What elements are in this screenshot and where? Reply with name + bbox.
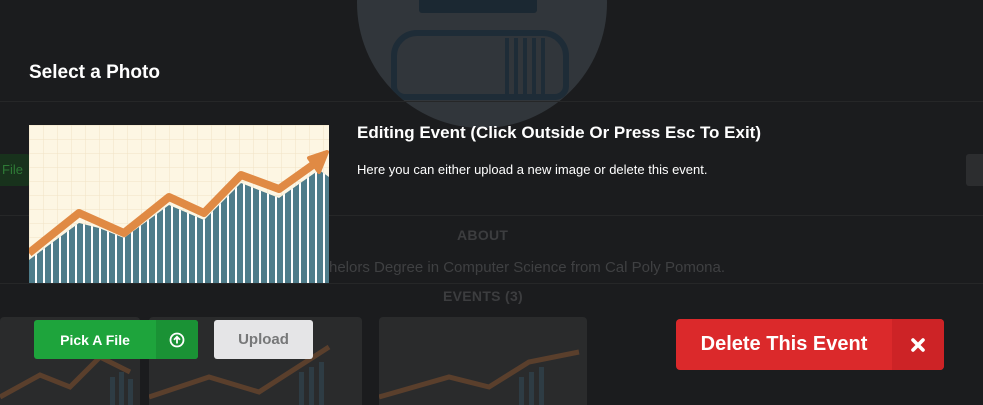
background-file-button: File (0, 154, 30, 186)
events-heading: EVENTS (3) (443, 288, 524, 304)
delete-event-label: Delete This Event (700, 333, 868, 355)
event-photo (29, 125, 329, 283)
editing-event-description: Here you can either upload a new image o… (357, 162, 708, 177)
background-side-button (966, 154, 983, 186)
divider (0, 101, 983, 102)
divider (0, 283, 983, 284)
upload-label: Upload (238, 331, 289, 348)
pick-file-label: Pick A File (60, 331, 130, 348)
select-photo-title: Select a Photo (29, 62, 160, 83)
event-card (379, 317, 587, 405)
pick-file-button[interactable]: Pick A File (34, 320, 198, 359)
about-text: helors Degree in Computer Science from C… (329, 259, 726, 276)
upload-circle-icon (156, 320, 198, 359)
profile-avatar (357, 0, 607, 128)
delete-event-button[interactable]: Delete This Event (676, 319, 944, 370)
close-icon (892, 319, 944, 370)
upload-button[interactable]: Upload (214, 320, 313, 359)
about-heading: ABOUT (457, 227, 509, 243)
editing-event-title: Editing Event (Click Outside Or Press Es… (357, 123, 762, 142)
